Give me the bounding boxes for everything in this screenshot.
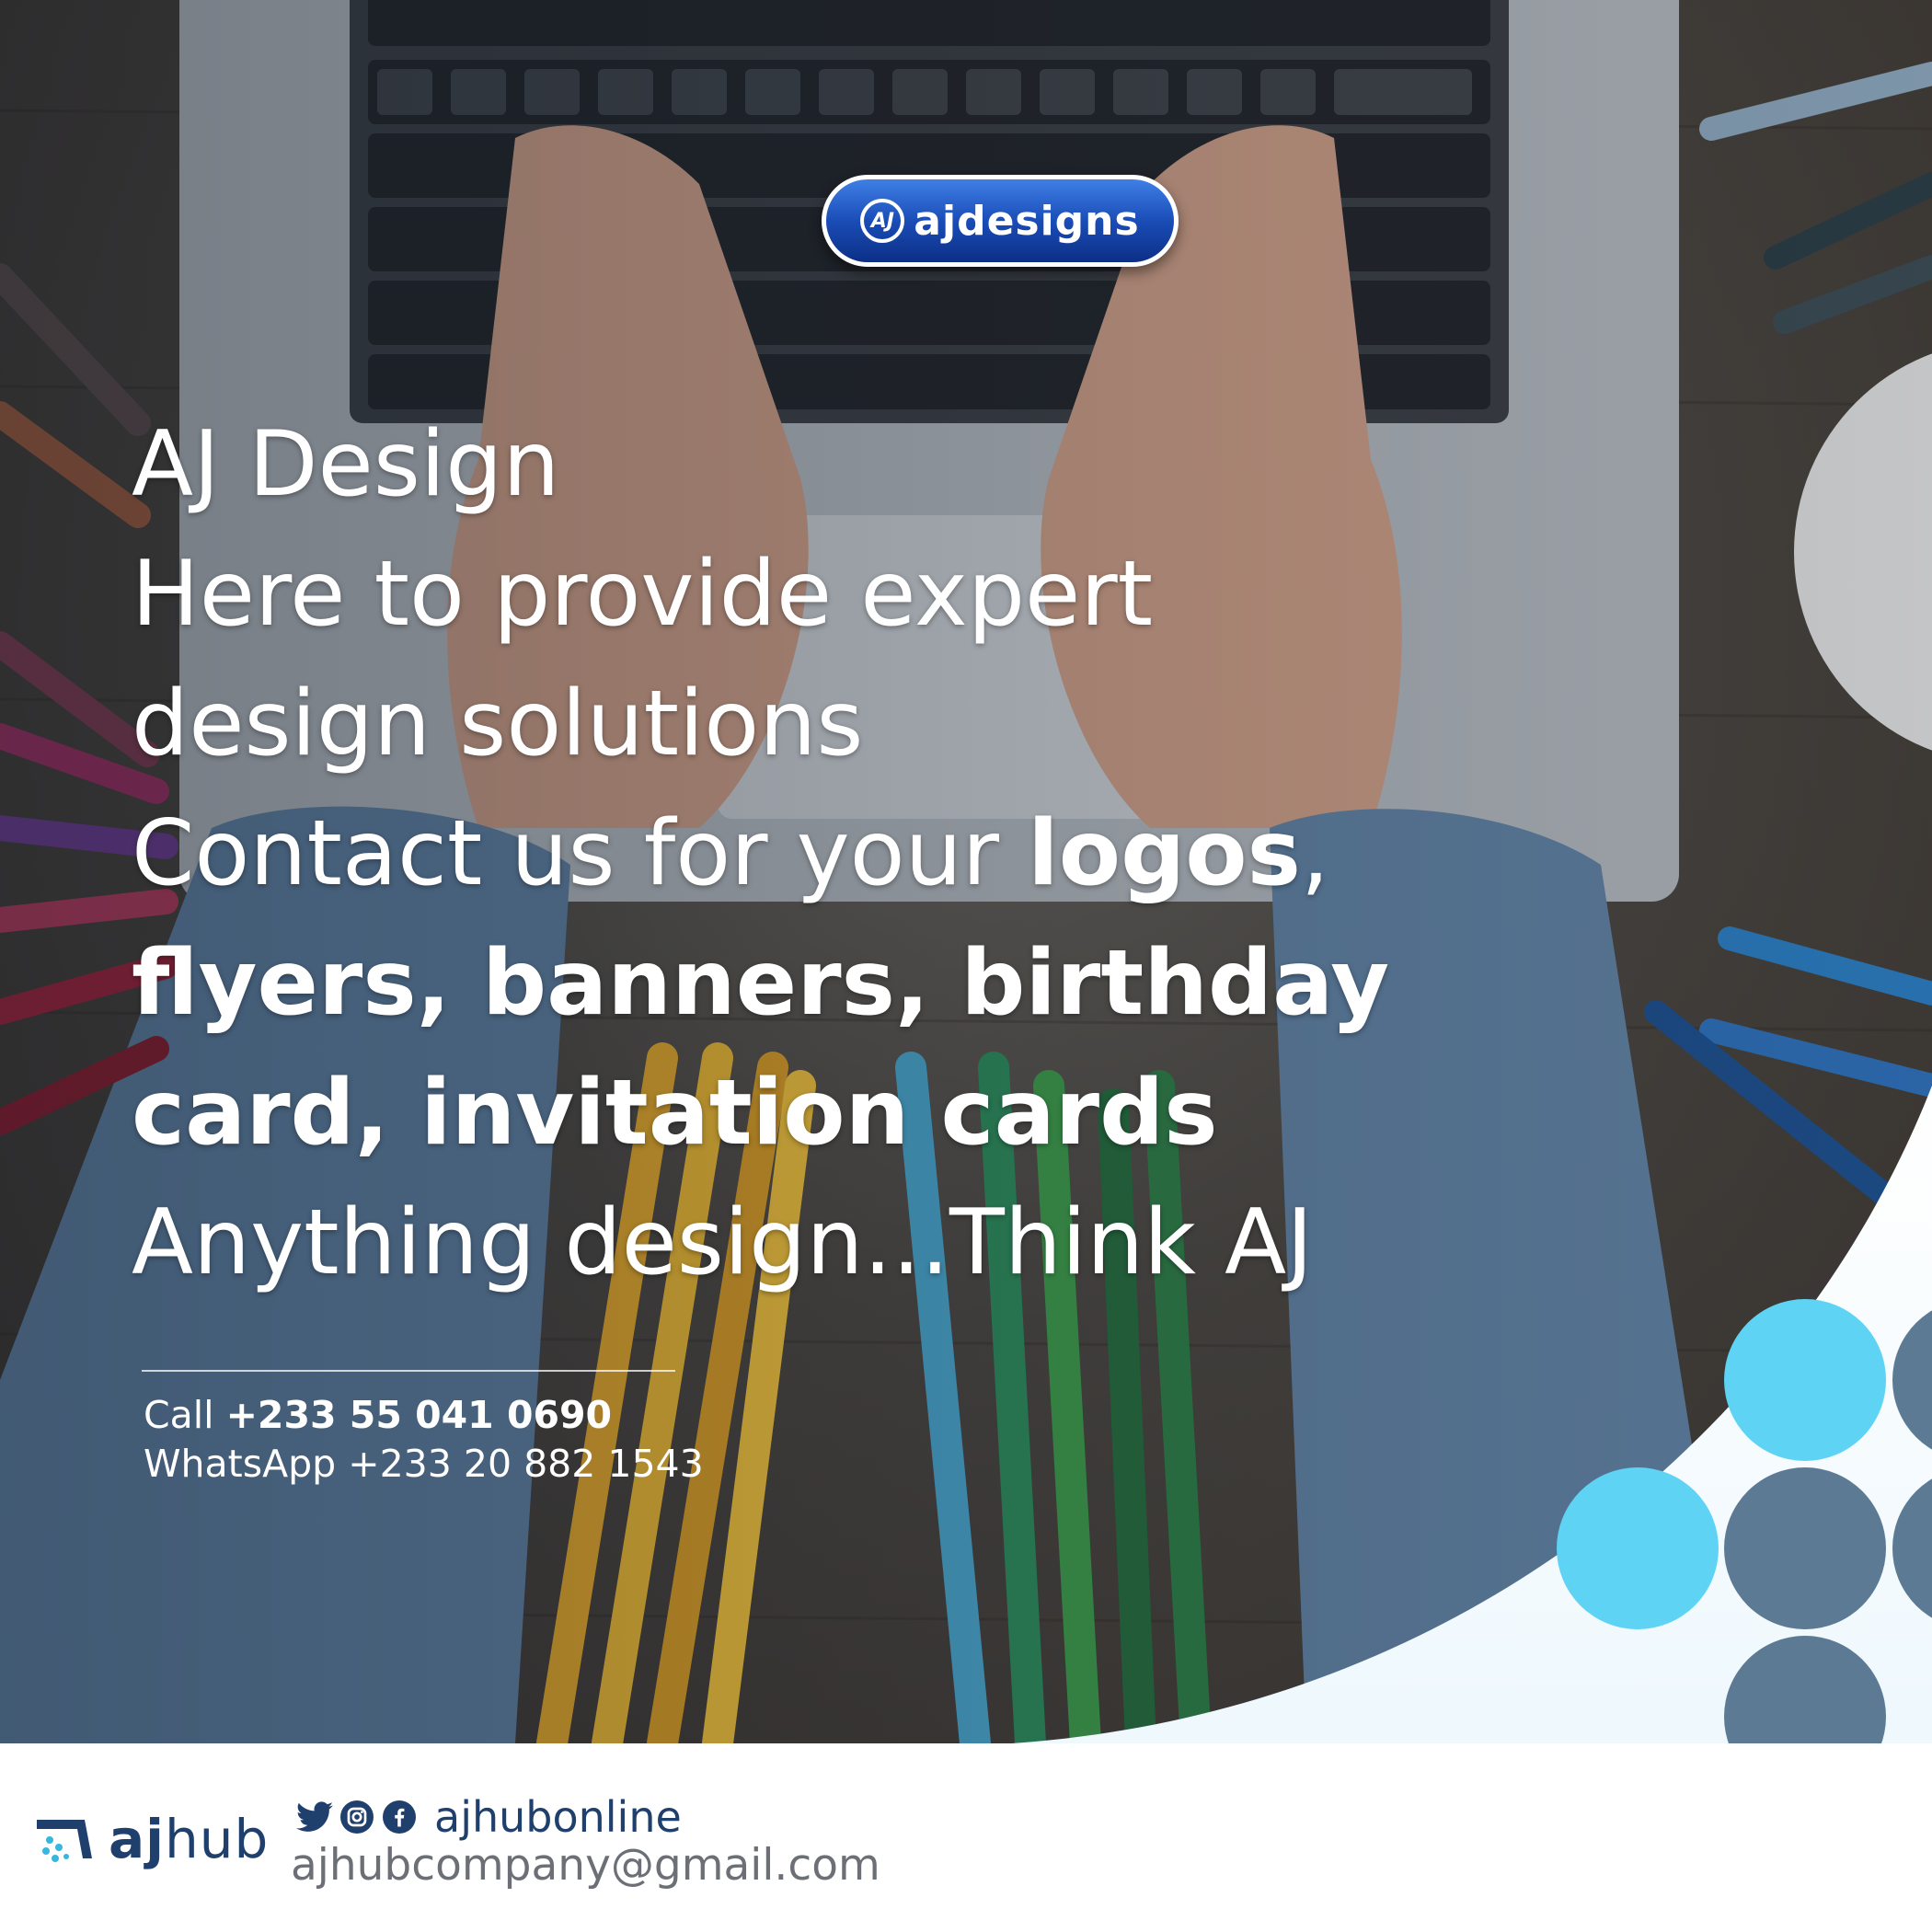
brand-name-light: hub <box>165 1808 270 1870</box>
contact-email[interactable]: ajhubcompany@gmail.com <box>291 1840 880 1891</box>
call-number[interactable]: +233 55 041 0690 <box>226 1393 613 1437</box>
aj-logo-mark-icon: AJ <box>860 199 905 243</box>
footer <box>0 1743 1932 1932</box>
call-label: Call <box>144 1393 226 1437</box>
call-line: Call +233 55 041 0690 <box>144 1391 704 1440</box>
headline-line: design solutions <box>132 672 864 776</box>
decor-dot <box>1724 1467 1886 1629</box>
brand-name-bold: aj <box>109 1808 166 1870</box>
headline-line: AJ Design <box>132 412 560 517</box>
brand-name: ajhub <box>109 1808 269 1870</box>
headline-line: flyers, banners, birthday <box>132 931 1390 1036</box>
headline-line: card, invitation cards <box>132 1061 1218 1166</box>
ajdesigns-logo: AJ ajdesigns <box>822 175 1179 267</box>
headline-text: AJ Design Here to provide expert design … <box>132 400 1466 1308</box>
whatsapp-number[interactable]: +233 20 882 1543 <box>348 1442 703 1486</box>
ajhub-brand: ajhub <box>33 1808 269 1870</box>
headline-line: Here to provide expert <box>132 542 1154 647</box>
poster: AJ ajdesigns AJ Design Here to provide e… <box>0 0 1932 1932</box>
instagram-icon[interactable] <box>339 1799 375 1835</box>
decor-dot <box>1557 1467 1719 1629</box>
headline-text-segment: , <box>1300 801 1330 906</box>
whatsapp-label: WhatsApp <box>144 1442 349 1486</box>
headline-bold-segment: logos <box>1028 801 1301 906</box>
social-row: ajhubonline <box>296 1792 682 1842</box>
decor-dot <box>1724 1299 1886 1461</box>
headline-text-segment: Contact us for your <box>132 801 1029 906</box>
contact-divider <box>142 1370 675 1372</box>
facebook-icon[interactable] <box>381 1799 418 1835</box>
contact-block: Call +233 55 041 0690 WhatsApp +233 20 8… <box>144 1391 704 1489</box>
whatsapp-line: WhatsApp +233 20 882 1543 <box>144 1440 704 1489</box>
social-handle[interactable]: ajhubonline <box>434 1792 682 1842</box>
ajhub-logo-icon <box>37 1820 92 1862</box>
logo-wordmark: ajdesigns <box>914 197 1140 245</box>
headline-line: Anything design...Think AJ <box>132 1190 1314 1295</box>
twitter-icon[interactable] <box>296 1799 333 1835</box>
headline-line: Contact us for your logos, <box>132 789 1466 919</box>
